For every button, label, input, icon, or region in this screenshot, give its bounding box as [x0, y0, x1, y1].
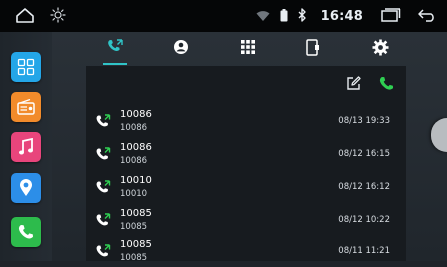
- call-log-row[interactable]: 10085 10085 08/12 10:22: [86, 203, 406, 236]
- call-log-toolbar: [346, 76, 394, 95]
- wifi-icon: [256, 7, 270, 26]
- edit-icon[interactable]: [346, 76, 361, 95]
- phone-tab-bar: [86, 32, 406, 66]
- call-log-row[interactable]: 10085 10085 08/11 11:21: [86, 234, 406, 267]
- back-icon[interactable]: [417, 7, 437, 26]
- call-datetime: 08/12 10:22: [338, 215, 390, 225]
- phone-icon[interactable]: [11, 217, 41, 247]
- brightness-icon[interactable]: [50, 7, 66, 27]
- contact-number: 10085: [120, 222, 148, 232]
- navigation-icon[interactable]: [11, 173, 41, 203]
- tab-dialpad[interactable]: [231, 32, 265, 66]
- call-datetime: 08/11 11:21: [338, 246, 390, 256]
- call-log-row[interactable]: 10086 10086 08/13 19:33: [86, 104, 406, 137]
- call-datetime: 08/12 16:12: [338, 182, 390, 192]
- outgoing-call-icon: [96, 113, 111, 132]
- contact-icon: [173, 39, 189, 59]
- call-log-panel: 10086 10086 08/13 19:33 10086 10086 08/1…: [86, 66, 406, 263]
- status-bar: 16:48: [0, 0, 447, 32]
- call-log-row[interactable]: 10010 10010 08/12 16:12: [86, 170, 406, 203]
- clock-time: 16:48: [320, 8, 363, 24]
- outgoing-call-icon: [96, 212, 111, 231]
- tab-settings[interactable]: [363, 32, 397, 66]
- recent-apps-icon[interactable]: [381, 7, 401, 26]
- active-tab-indicator: [103, 63, 127, 65]
- call-icon[interactable]: [379, 76, 394, 95]
- radio-icon[interactable]: [11, 92, 41, 122]
- call-log-row[interactable]: 10086 10086 08/12 16:15: [86, 137, 406, 170]
- battery-icon: [280, 7, 288, 26]
- contact-name: 10085: [120, 239, 152, 250]
- bluetooth-icon: [298, 7, 307, 26]
- contact-name: 10010: [120, 175, 152, 186]
- tab-contacts[interactable]: [164, 32, 198, 66]
- outgoing-call-icon: [96, 243, 111, 262]
- home-outline-icon[interactable]: [15, 7, 35, 27]
- settings-icon: [372, 39, 389, 60]
- contact-number: 10010: [120, 189, 148, 199]
- contact-number: 10086: [120, 156, 148, 166]
- contact-name: 10086: [120, 109, 152, 120]
- phone-device-icon: [306, 38, 320, 60]
- apps-grid-icon[interactable]: [11, 52, 41, 82]
- contact-number: 10086: [120, 123, 148, 133]
- tab-device[interactable]: [296, 32, 330, 66]
- contact-number: 10085: [120, 253, 148, 263]
- call-datetime: 08/13 19:33: [338, 116, 390, 126]
- app-dock: [0, 32, 52, 261]
- call-datetime: 08/12 16:15: [338, 149, 390, 159]
- contact-name: 10086: [120, 142, 152, 153]
- outgoing-call-icon: [96, 146, 111, 165]
- music-icon[interactable]: [11, 132, 41, 162]
- contact-name: 10085: [120, 208, 152, 219]
- tab-call-log[interactable]: [98, 32, 132, 66]
- outgoing-call-icon: [96, 179, 111, 198]
- dialpad-icon: [240, 39, 256, 59]
- call-log-icon: [104, 38, 126, 60]
